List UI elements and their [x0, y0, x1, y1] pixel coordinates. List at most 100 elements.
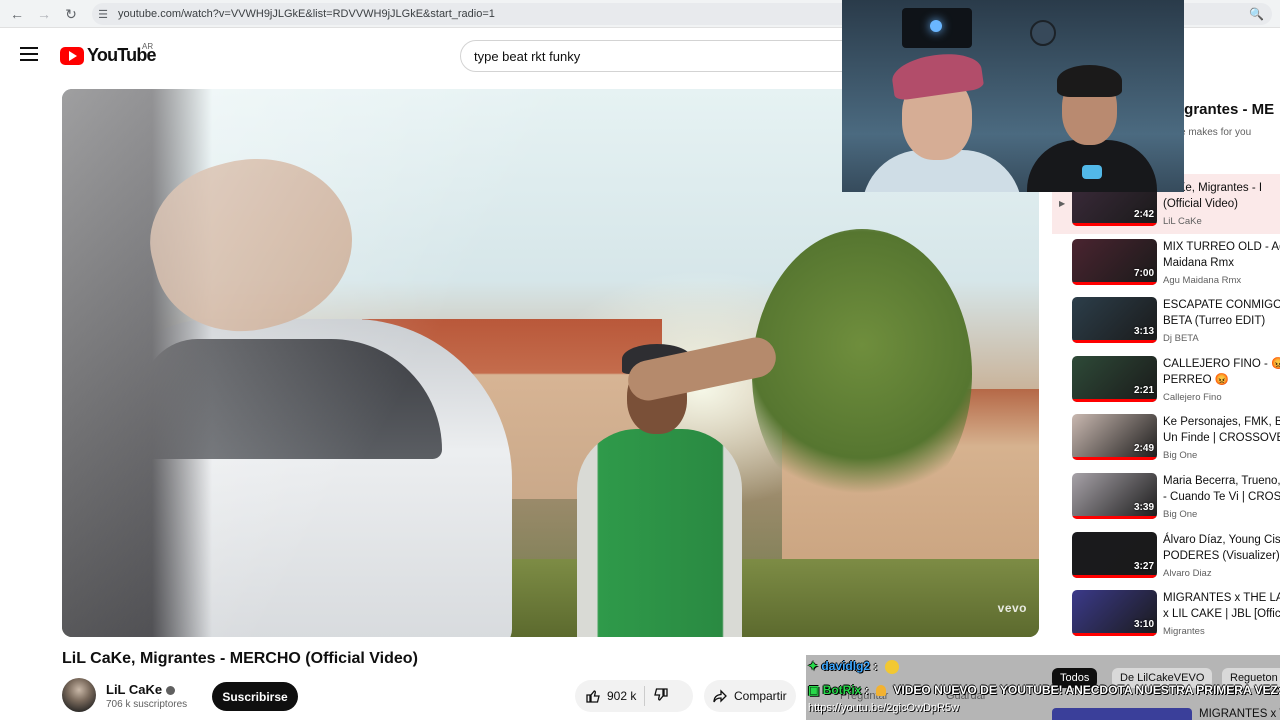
item-channel[interactable]: Alvaro Diaz	[1163, 568, 1212, 579]
item-title-line2: BETA (Turreo EDIT)	[1163, 315, 1266, 327]
site-settings-icon[interactable]: ☰	[92, 8, 114, 21]
thumbnail[interactable]: 7:00	[1072, 239, 1157, 285]
search-value: type beat rkt funky	[474, 48, 581, 64]
item-title-line1: MIGRANTES x THE LA	[1163, 592, 1280, 604]
cam-wall-light	[902, 8, 972, 48]
item-title-line1: Álvaro Díaz, Young Cis	[1163, 534, 1280, 546]
chat-username-1: davidlg2	[821, 659, 871, 673]
playlist-subtitle: e makes for you	[1180, 127, 1252, 138]
url-text: youtube.com/watch?v=VVWH9jJLGkE&list=RDV…	[118, 8, 495, 20]
playlist-item[interactable]: 7:00 MIX TURREO OLD - Ag Maidana Rmx Agu Ma…	[1072, 239, 1280, 295]
thumbs-up-icon	[586, 690, 600, 703]
menu-icon[interactable]	[20, 47, 38, 61]
watched-progress-bar	[1072, 516, 1157, 519]
page: ← → ↻ ☰ youtube.com/watch?v=VVWH9jJLGkE&…	[0, 0, 1280, 720]
duration: 7:00	[1133, 268, 1154, 279]
item-title-line2: PERREO 😡	[1163, 374, 1230, 386]
like-count: 902 k	[607, 689, 637, 703]
chat-link: https://youtu.be/2gicOwDpR5w	[808, 702, 960, 714]
duration: 3:10	[1133, 619, 1154, 630]
thumbnail[interactable]: 2:21	[1072, 356, 1157, 402]
bell-icon	[876, 685, 887, 697]
chat-badge-icon: ✦	[808, 659, 819, 673]
playlist-item[interactable]: 2:49 Ke Personajes, FMK, B Un Finde | CROS…	[1072, 414, 1280, 470]
item-channel[interactable]: Callejero Fino	[1163, 392, 1222, 403]
item-channel[interactable]: LiL CaKe	[1163, 216, 1202, 227]
chat-message-2: ▣ BotRix : VIDEO NUEVO DE YOUTUBE! ANECD…	[808, 683, 1280, 697]
duration: 2:21	[1133, 385, 1154, 396]
playlist-item[interactable]: 3:27 Álvaro Díaz, Young Cis PODERES (Visua…	[1072, 532, 1280, 588]
share-button[interactable]: Compartir	[704, 680, 796, 712]
item-title[interactable]: Álvaro Díaz, Young Cis PODERES (Visualize…	[1163, 532, 1280, 564]
next-item-title[interactable]: MIGRANTES x THE	[1199, 708, 1280, 720]
youtube-logo-icon	[60, 46, 84, 65]
channel-name-text: LiL CaKe	[106, 682, 163, 697]
like-divider	[644, 686, 646, 706]
item-title-line2: Un Finde | CROSSOVER	[1163, 432, 1280, 444]
subscribe-button[interactable]: Suscribirse	[212, 682, 298, 711]
duration: 3:27	[1133, 561, 1154, 572]
thumbnail[interactable]: 3:39	[1072, 473, 1157, 519]
item-title-line1: ESCAPATE CONMIGO	[1163, 299, 1280, 311]
item-title[interactable]: Ke Personajes, FMK, B Un Finde | CROSSOVE…	[1163, 414, 1280, 446]
channel-avatar[interactable]	[62, 678, 96, 712]
channel-name[interactable]: LiL CaKe	[106, 682, 176, 697]
next-item-thumbnail[interactable]	[1052, 708, 1192, 720]
thumbnail[interactable]: 3:27	[1072, 532, 1157, 578]
video-title: LiL CaKe, Migrantes - MERCHO (Official V…	[62, 650, 418, 667]
watched-progress-bar	[1072, 399, 1157, 402]
item-title[interactable]: ESCAPATE CONMIGO BETA (Turreo EDIT)	[1163, 297, 1280, 329]
vevo-watermark: vevo	[997, 601, 1027, 615]
emoji-icon	[884, 659, 899, 674]
item-title[interactable]: Maria Becerra, Trueno, - Cuando Te Vi | C…	[1163, 473, 1280, 505]
item-channel[interactable]: Big One	[1163, 509, 1197, 520]
item-title-line1: CALLEJERO FINO - 😡	[1163, 358, 1280, 370]
item-title-line2: - Cuando Te Vi | CROSS	[1163, 491, 1280, 503]
item-title-line2: PODERES (Visualizer)	[1163, 550, 1280, 562]
playlist-item[interactable]: 3:10 MIGRANTES x THE LA x LIL CAKE | JBL […	[1072, 590, 1280, 646]
chat-separator-2: :	[864, 683, 869, 697]
watched-progress-bar	[1072, 223, 1157, 226]
thumbnail[interactable]: 3:13	[1072, 297, 1157, 343]
zoom-icon[interactable]: 🔍	[1249, 7, 1264, 21]
country-code: AR	[142, 42, 154, 51]
watched-progress-bar	[1072, 282, 1157, 285]
verified-icon	[166, 686, 176, 696]
item-title[interactable]: CALLEJERO FINO - 😡 PERREO 😡	[1163, 356, 1280, 388]
duration: 2:42	[1133, 209, 1154, 220]
forward-icon[interactable]: →	[31, 0, 57, 28]
webcam-overlay	[842, 0, 1184, 192]
search-input[interactable]: type beat rkt funky	[460, 40, 880, 72]
item-title[interactable]: MIGRANTES x THE LA x LIL CAKE | JBL [Offi…	[1163, 590, 1280, 622]
item-channel[interactable]: Big One	[1163, 450, 1197, 461]
item-channel[interactable]: Dj BETA	[1163, 333, 1199, 344]
item-channel[interactable]: Agu Maidana Rmx	[1163, 275, 1241, 286]
watched-progress-bar	[1072, 575, 1157, 578]
playlist-item[interactable]: 3:13 ESCAPATE CONMIGO BETA (Turreo EDIT) Dj…	[1072, 297, 1280, 353]
playlist-item[interactable]: 2:21 CALLEJERO FINO - 😡 PERREO 😡 Callejero …	[1072, 356, 1280, 412]
thumbnail[interactable]: 3:10	[1072, 590, 1157, 636]
bot-badge-icon: ▣	[808, 683, 820, 697]
item-title-line2: Maidana Rmx	[1163, 257, 1234, 269]
playlist-title: igrantes - ME	[1180, 101, 1275, 118]
item-title-line1: Maria Becerra, Trueno,	[1163, 475, 1280, 487]
thumbs-down-icon	[654, 687, 669, 701]
item-title-line2: (Official Video)	[1163, 198, 1238, 210]
back-icon[interactable]: ←	[4, 0, 30, 28]
item-title-line1: MIX TURREO OLD - Ag	[1163, 241, 1280, 253]
dislike-button[interactable]	[653, 687, 669, 706]
item-title-line2: x LIL CAKE | JBL [Offic	[1163, 608, 1280, 620]
duration: 3:13	[1133, 326, 1154, 337]
reload-icon[interactable]: ↻	[58, 0, 84, 28]
duration: 2:49	[1133, 443, 1154, 454]
thumbnail[interactable]: 2:49	[1072, 414, 1157, 460]
item-title[interactable]: MIX TURREO OLD - Ag Maidana Rmx	[1163, 239, 1280, 271]
item-title-line1: Ke Personajes, FMK, B	[1163, 416, 1280, 428]
share-label: Compartir	[734, 689, 787, 703]
watched-progress-bar	[1072, 633, 1157, 636]
cam-person-pink-cap	[862, 48, 1022, 192]
item-channel[interactable]: Migrantes	[1163, 626, 1205, 637]
playlist-item[interactable]: 3:39 Maria Becerra, Trueno, - Cuando Te Vi…	[1072, 473, 1280, 529]
like-button[interactable]: 902 k	[575, 680, 636, 712]
subscriber-count: 706 k suscriptores	[106, 699, 188, 710]
